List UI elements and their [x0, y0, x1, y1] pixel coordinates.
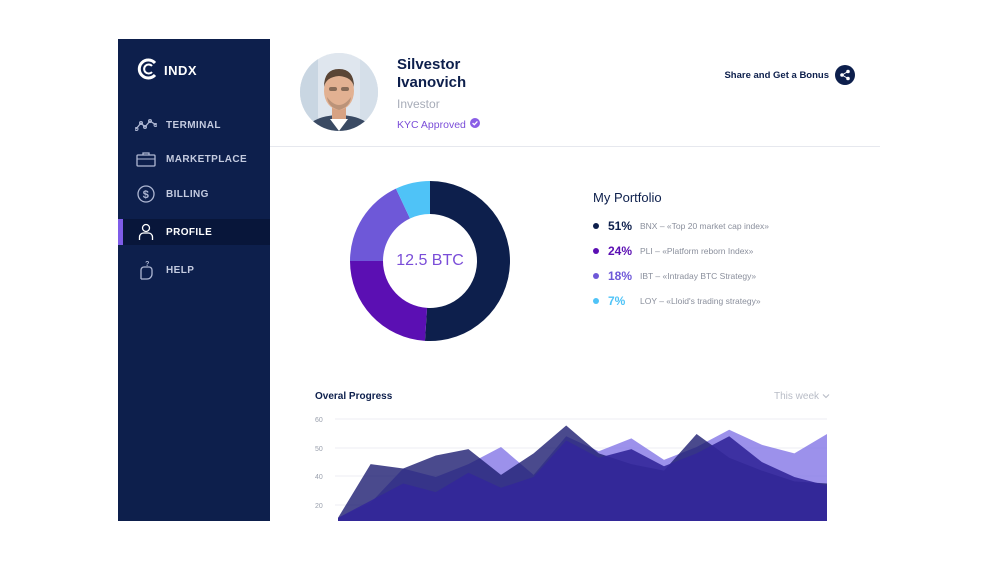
- avatar[interactable]: [300, 53, 378, 131]
- portfolio-percent: 18%: [608, 269, 633, 283]
- user-icon: [135, 222, 157, 242]
- progress-title: Overal Progress: [315, 391, 393, 402]
- main-content: Silvestor Ivanovich Investor KYC Approve…: [270, 39, 880, 521]
- portfolio-percent: 7%: [608, 294, 626, 308]
- portfolio-total: 12.5 BTC: [396, 252, 464, 269]
- svg-text:?: ?: [145, 261, 150, 268]
- kyc-label: KYC Approved: [397, 118, 466, 131]
- sidebar-item-billing[interactable]: $ BILLING: [118, 181, 270, 207]
- logo[interactable]: INDX: [136, 57, 197, 84]
- legend-dot: [593, 273, 599, 279]
- portfolio-donut: 12.5 BTC: [348, 179, 512, 343]
- app-window: INDX TERMINAL MARKETPLACE $ BILLING PROF…: [118, 39, 880, 521]
- progress-area-chart: 60 50 40 20: [315, 417, 827, 521]
- profile-role: Investor: [397, 97, 440, 111]
- dollar-circle-icon: $: [135, 184, 157, 204]
- y-tick-label: 50: [315, 446, 323, 453]
- sidebar-item-label: MARKETPLACE: [166, 153, 248, 165]
- logo-text: INDX: [164, 63, 198, 78]
- portfolio-description: BNX – «Top 20 market cap index»: [640, 221, 769, 231]
- share-button[interactable]: Share and Get a Bonus: [724, 65, 855, 85]
- sidebar-item-label: BILLING: [166, 188, 209, 200]
- portfolio-description: IBT – «Intraday BTC Strategy»: [640, 271, 757, 281]
- portfolio-row: 7% LOY – «Lloid's trading strategy»: [593, 294, 761, 308]
- sidebar-item-label: TERMINAL: [166, 119, 221, 131]
- legend-dot: [593, 223, 599, 229]
- legend-dot: [593, 298, 599, 304]
- sidebar-item-marketplace[interactable]: MARKETPLACE: [118, 146, 270, 172]
- profile-first-name: Silvestor: [397, 56, 461, 73]
- y-tick-label: 60: [315, 417, 323, 424]
- briefcase-icon: [135, 149, 157, 169]
- help-hand-icon: ?: [135, 260, 157, 280]
- svg-text:$: $: [143, 189, 150, 201]
- portfolio-title: My Portfolio: [593, 190, 662, 205]
- portfolio-percent: 24%: [608, 244, 633, 258]
- logo-icon: [136, 57, 160, 84]
- period-select[interactable]: This week: [774, 391, 830, 402]
- chart-line-icon: [135, 115, 157, 135]
- header-divider: [270, 146, 880, 147]
- sidebar: INDX TERMINAL MARKETPLACE $ BILLING PROF…: [118, 39, 270, 521]
- period-label: This week: [773, 391, 819, 402]
- chevron-down-icon: [822, 391, 830, 402]
- portfolio-row: 18% IBT – «Intraday BTC Strategy»: [593, 269, 756, 283]
- profile-last-name: Ivanovich: [397, 74, 467, 91]
- portfolio-row: 24% PLI – «Platform reborn Index»: [593, 244, 753, 258]
- y-tick-label: 20: [315, 503, 323, 510]
- sidebar-item-help[interactable]: ? HELP: [118, 257, 270, 283]
- profile-name: Silvestor Ivanovich: [397, 56, 517, 92]
- sidebar-item-terminal[interactable]: TERMINAL: [118, 112, 270, 138]
- y-tick-label: 40: [315, 474, 323, 481]
- portfolio-percent: 51%: [608, 219, 633, 233]
- check-badge-icon: [469, 118, 480, 131]
- portfolio-row: 51% BNX – «Top 20 market cap index»: [593, 219, 769, 233]
- kyc-status: KYC Approved: [397, 118, 480, 131]
- sidebar-item-label: PROFILE: [166, 226, 213, 238]
- share-icon: [835, 65, 855, 85]
- sidebar-item-profile[interactable]: PROFILE: [118, 219, 270, 245]
- portfolio-description: LOY – «Lloid's trading strategy»: [640, 296, 761, 306]
- share-label: Share and Get a Bonus: [724, 69, 829, 81]
- portfolio-description: PLI – «Platform reborn Index»: [640, 246, 754, 256]
- legend-dot: [593, 248, 599, 254]
- sidebar-item-label: HELP: [166, 264, 195, 276]
